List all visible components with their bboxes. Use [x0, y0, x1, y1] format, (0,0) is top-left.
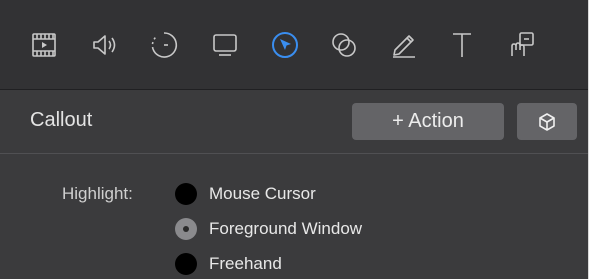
- media-icon: [32, 33, 56, 57]
- toolbar-visual-button[interactable]: [205, 25, 245, 65]
- toolbar-cursor-button[interactable]: [265, 25, 305, 65]
- radio-button[interactable]: [175, 183, 197, 205]
- highlight-option-freehand[interactable]: Freehand: [175, 251, 282, 277]
- callout-panel: Callout + Action Highlight: Mouse Cursor…: [0, 0, 589, 279]
- pencil-icon: [393, 35, 415, 58]
- highlight-label: Highlight:: [62, 184, 133, 203]
- toolbar: [0, 0, 588, 90]
- toolbar-annotations-button[interactable]: [384, 25, 424, 65]
- highlight-option-mouse-cursor[interactable]: Mouse Cursor: [175, 181, 316, 207]
- toolbar-media-button[interactable]: [24, 25, 64, 65]
- toolbar-gesture-button[interactable]: [502, 25, 542, 65]
- overlap-circles-icon: [332, 33, 356, 57]
- cube-button[interactable]: [517, 103, 577, 140]
- callout-header: Callout + Action: [0, 90, 588, 154]
- panel-title: Callout: [30, 109, 93, 131]
- toolbar-animation-button[interactable]: [144, 25, 184, 65]
- add-action-button[interactable]: + Action: [352, 103, 504, 140]
- display-icon: [213, 34, 237, 56]
- timer-icon: [151, 32, 178, 58]
- option-label: Foreground Window: [209, 219, 363, 238]
- text-icon: [453, 33, 471, 57]
- speaker-icon: [93, 35, 116, 55]
- option-label: Freehand: [209, 254, 282, 273]
- toolbar-text-button[interactable]: [442, 25, 482, 65]
- highlight-option-foreground-window[interactable]: Foreground Window: [175, 216, 362, 242]
- radio-button-selected[interactable]: [175, 218, 197, 240]
- cursor-icon: [272, 32, 298, 58]
- cube-icon: [539, 112, 555, 131]
- toolbar-audio-button[interactable]: [85, 25, 125, 65]
- gesture-icon: [511, 32, 534, 56]
- radio-button[interactable]: [175, 253, 197, 275]
- option-label: Mouse Cursor: [209, 184, 316, 203]
- toolbar-transitions-button[interactable]: [324, 25, 364, 65]
